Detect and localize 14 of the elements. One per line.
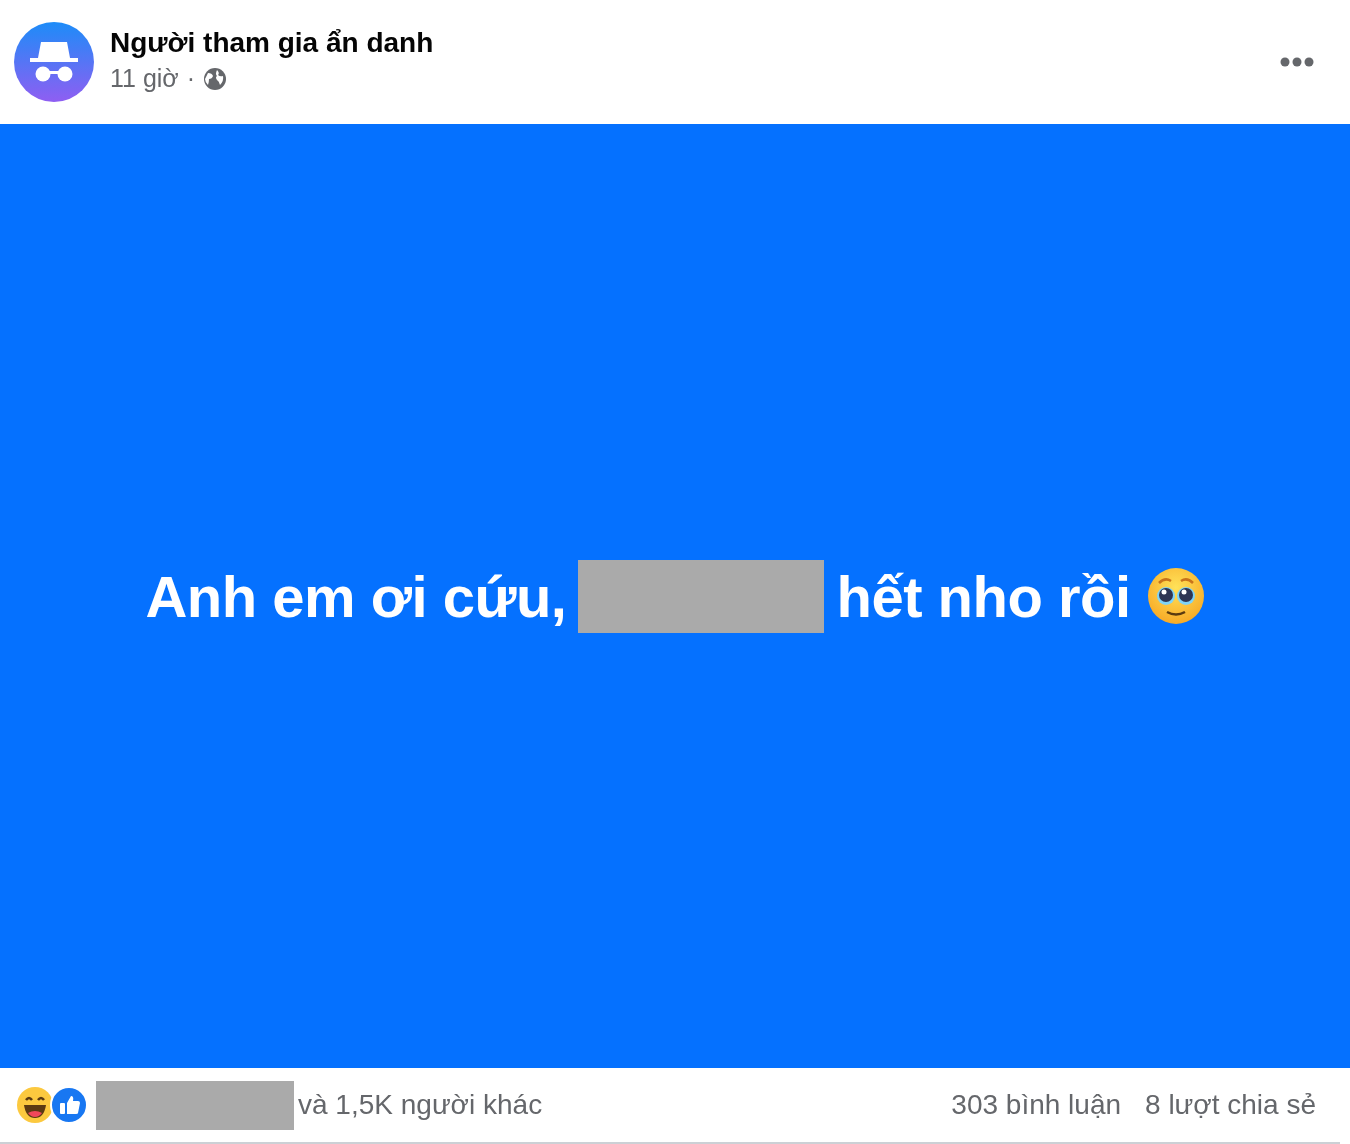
comments-count[interactable]: 303 bình luận [951, 1084, 1122, 1126]
separator-dot: · [186, 63, 196, 95]
globe-icon [203, 66, 228, 91]
haha-reaction-icon[interactable] [16, 1086, 54, 1124]
more-icon [1280, 56, 1314, 68]
like-reaction-icon[interactable] [50, 1086, 88, 1124]
post-time[interactable]: 11 giờ [110, 60, 179, 98]
anonymous-avatar[interactable] [14, 22, 94, 102]
post-text: hết nho rồi [836, 562, 1131, 631]
shares-count[interactable]: 8 lượt chia sẻ [1145, 1084, 1316, 1126]
pleading-face-icon [1146, 567, 1205, 625]
reactions-summary[interactable]: và 1,5K người khác [298, 1084, 543, 1126]
author-name[interactable]: Người tham gia ẩn danh [110, 26, 434, 61]
post-text: Anh em ơi cứu, [145, 562, 567, 631]
